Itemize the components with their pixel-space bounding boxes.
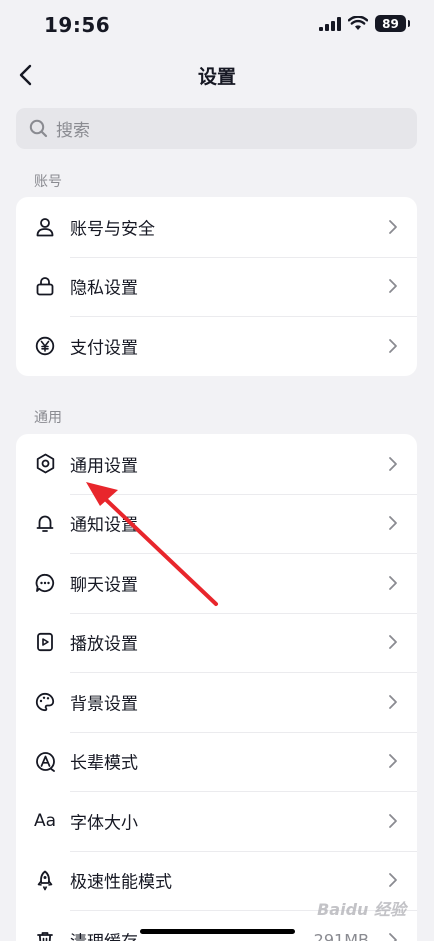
settings-item-label: 背景设置 bbox=[70, 694, 138, 715]
chevron-right-icon bbox=[389, 279, 397, 294]
cellular-signal-icon bbox=[319, 16, 341, 31]
settings-item-background[interactable]: 背景设置 bbox=[16, 672, 417, 732]
search-input[interactable]: 搜索 bbox=[16, 108, 417, 149]
chat-icon bbox=[34, 572, 56, 594]
cache-size-value: 291MB bbox=[313, 930, 369, 941]
chevron-right-icon bbox=[389, 575, 397, 590]
person-icon bbox=[34, 216, 56, 238]
font-size-icon: Aa bbox=[33, 810, 57, 831]
settings-item-label: 极速性能模式 bbox=[70, 872, 172, 893]
chevron-right-icon bbox=[389, 754, 397, 769]
chevron-right-icon bbox=[389, 694, 397, 709]
status-bar: 19:56 89 bbox=[0, 0, 434, 50]
page-title: 设置 bbox=[197, 66, 236, 88]
home-indicator bbox=[140, 929, 295, 934]
battery-indicator: 89 bbox=[375, 15, 410, 32]
settings-item-label: 聊天设置 bbox=[70, 575, 138, 596]
yen-icon bbox=[34, 335, 56, 357]
chevron-right-icon bbox=[389, 338, 397, 353]
settings-item-font-size[interactable]: Aa 字体大小 bbox=[16, 791, 417, 851]
account-settings-card: 账号与安全 隐私设置 支付设置 bbox=[16, 197, 417, 376]
settings-item-general[interactable]: 通用设置 bbox=[16, 434, 417, 494]
nav-bar: 设置 bbox=[0, 52, 434, 98]
settings-item-payment[interactable]: 支付设置 bbox=[16, 316, 417, 376]
rocket-icon bbox=[34, 869, 56, 891]
general-settings-card: 通用设置 通知设置 聊天设置 播放设置 背景设置 长辈模式 Aa 字体大小 极速… bbox=[16, 434, 417, 941]
settings-item-label: 长辈模式 bbox=[70, 753, 138, 774]
search-placeholder: 搜索 bbox=[56, 121, 90, 141]
settings-item-label: 支付设置 bbox=[70, 338, 138, 359]
palette-icon bbox=[34, 691, 56, 713]
settings-item-chat[interactable]: 聊天设置 bbox=[16, 553, 417, 613]
settings-item-label: 隐私设置 bbox=[70, 278, 138, 299]
wifi-icon bbox=[348, 16, 368, 30]
chevron-right-icon bbox=[389, 813, 397, 828]
settings-item-label: 清理缓存 bbox=[70, 927, 138, 941]
chevron-right-icon bbox=[389, 873, 397, 888]
chevron-right-icon bbox=[389, 456, 397, 471]
section-label-account: 账号 bbox=[34, 174, 62, 190]
search-icon bbox=[29, 119, 48, 138]
trash-icon bbox=[34, 929, 56, 941]
settings-item-label: 账号与安全 bbox=[70, 219, 155, 240]
status-icons: 89 bbox=[319, 15, 410, 32]
settings-item-label: 字体大小 bbox=[70, 813, 138, 834]
play-icon bbox=[34, 631, 56, 653]
section-label-general: 通用 bbox=[34, 410, 62, 426]
lock-icon bbox=[34, 275, 56, 297]
chevron-right-icon bbox=[389, 219, 397, 234]
elder-mode-icon bbox=[34, 750, 56, 772]
settings-item-account-security[interactable]: 账号与安全 bbox=[16, 197, 417, 257]
chevron-right-icon bbox=[389, 932, 397, 941]
settings-item-label: 通知设置 bbox=[70, 515, 138, 536]
bell-icon bbox=[34, 512, 56, 534]
settings-item-privacy[interactable]: 隐私设置 bbox=[16, 256, 417, 317]
settings-item-label: 播放设置 bbox=[70, 634, 138, 655]
status-time: 19:56 bbox=[44, 13, 111, 37]
settings-item-playback[interactable]: 播放设置 bbox=[16, 612, 417, 673]
gear-icon bbox=[34, 453, 56, 475]
settings-item-elder-mode[interactable]: 长辈模式 bbox=[16, 731, 417, 792]
watermark: Baidu 经验 bbox=[317, 900, 406, 919]
settings-item-notifications[interactable]: 通知设置 bbox=[16, 493, 417, 554]
settings-item-label: 通用设置 bbox=[70, 456, 138, 477]
chevron-right-icon bbox=[389, 516, 397, 531]
chevron-right-icon bbox=[389, 635, 397, 650]
